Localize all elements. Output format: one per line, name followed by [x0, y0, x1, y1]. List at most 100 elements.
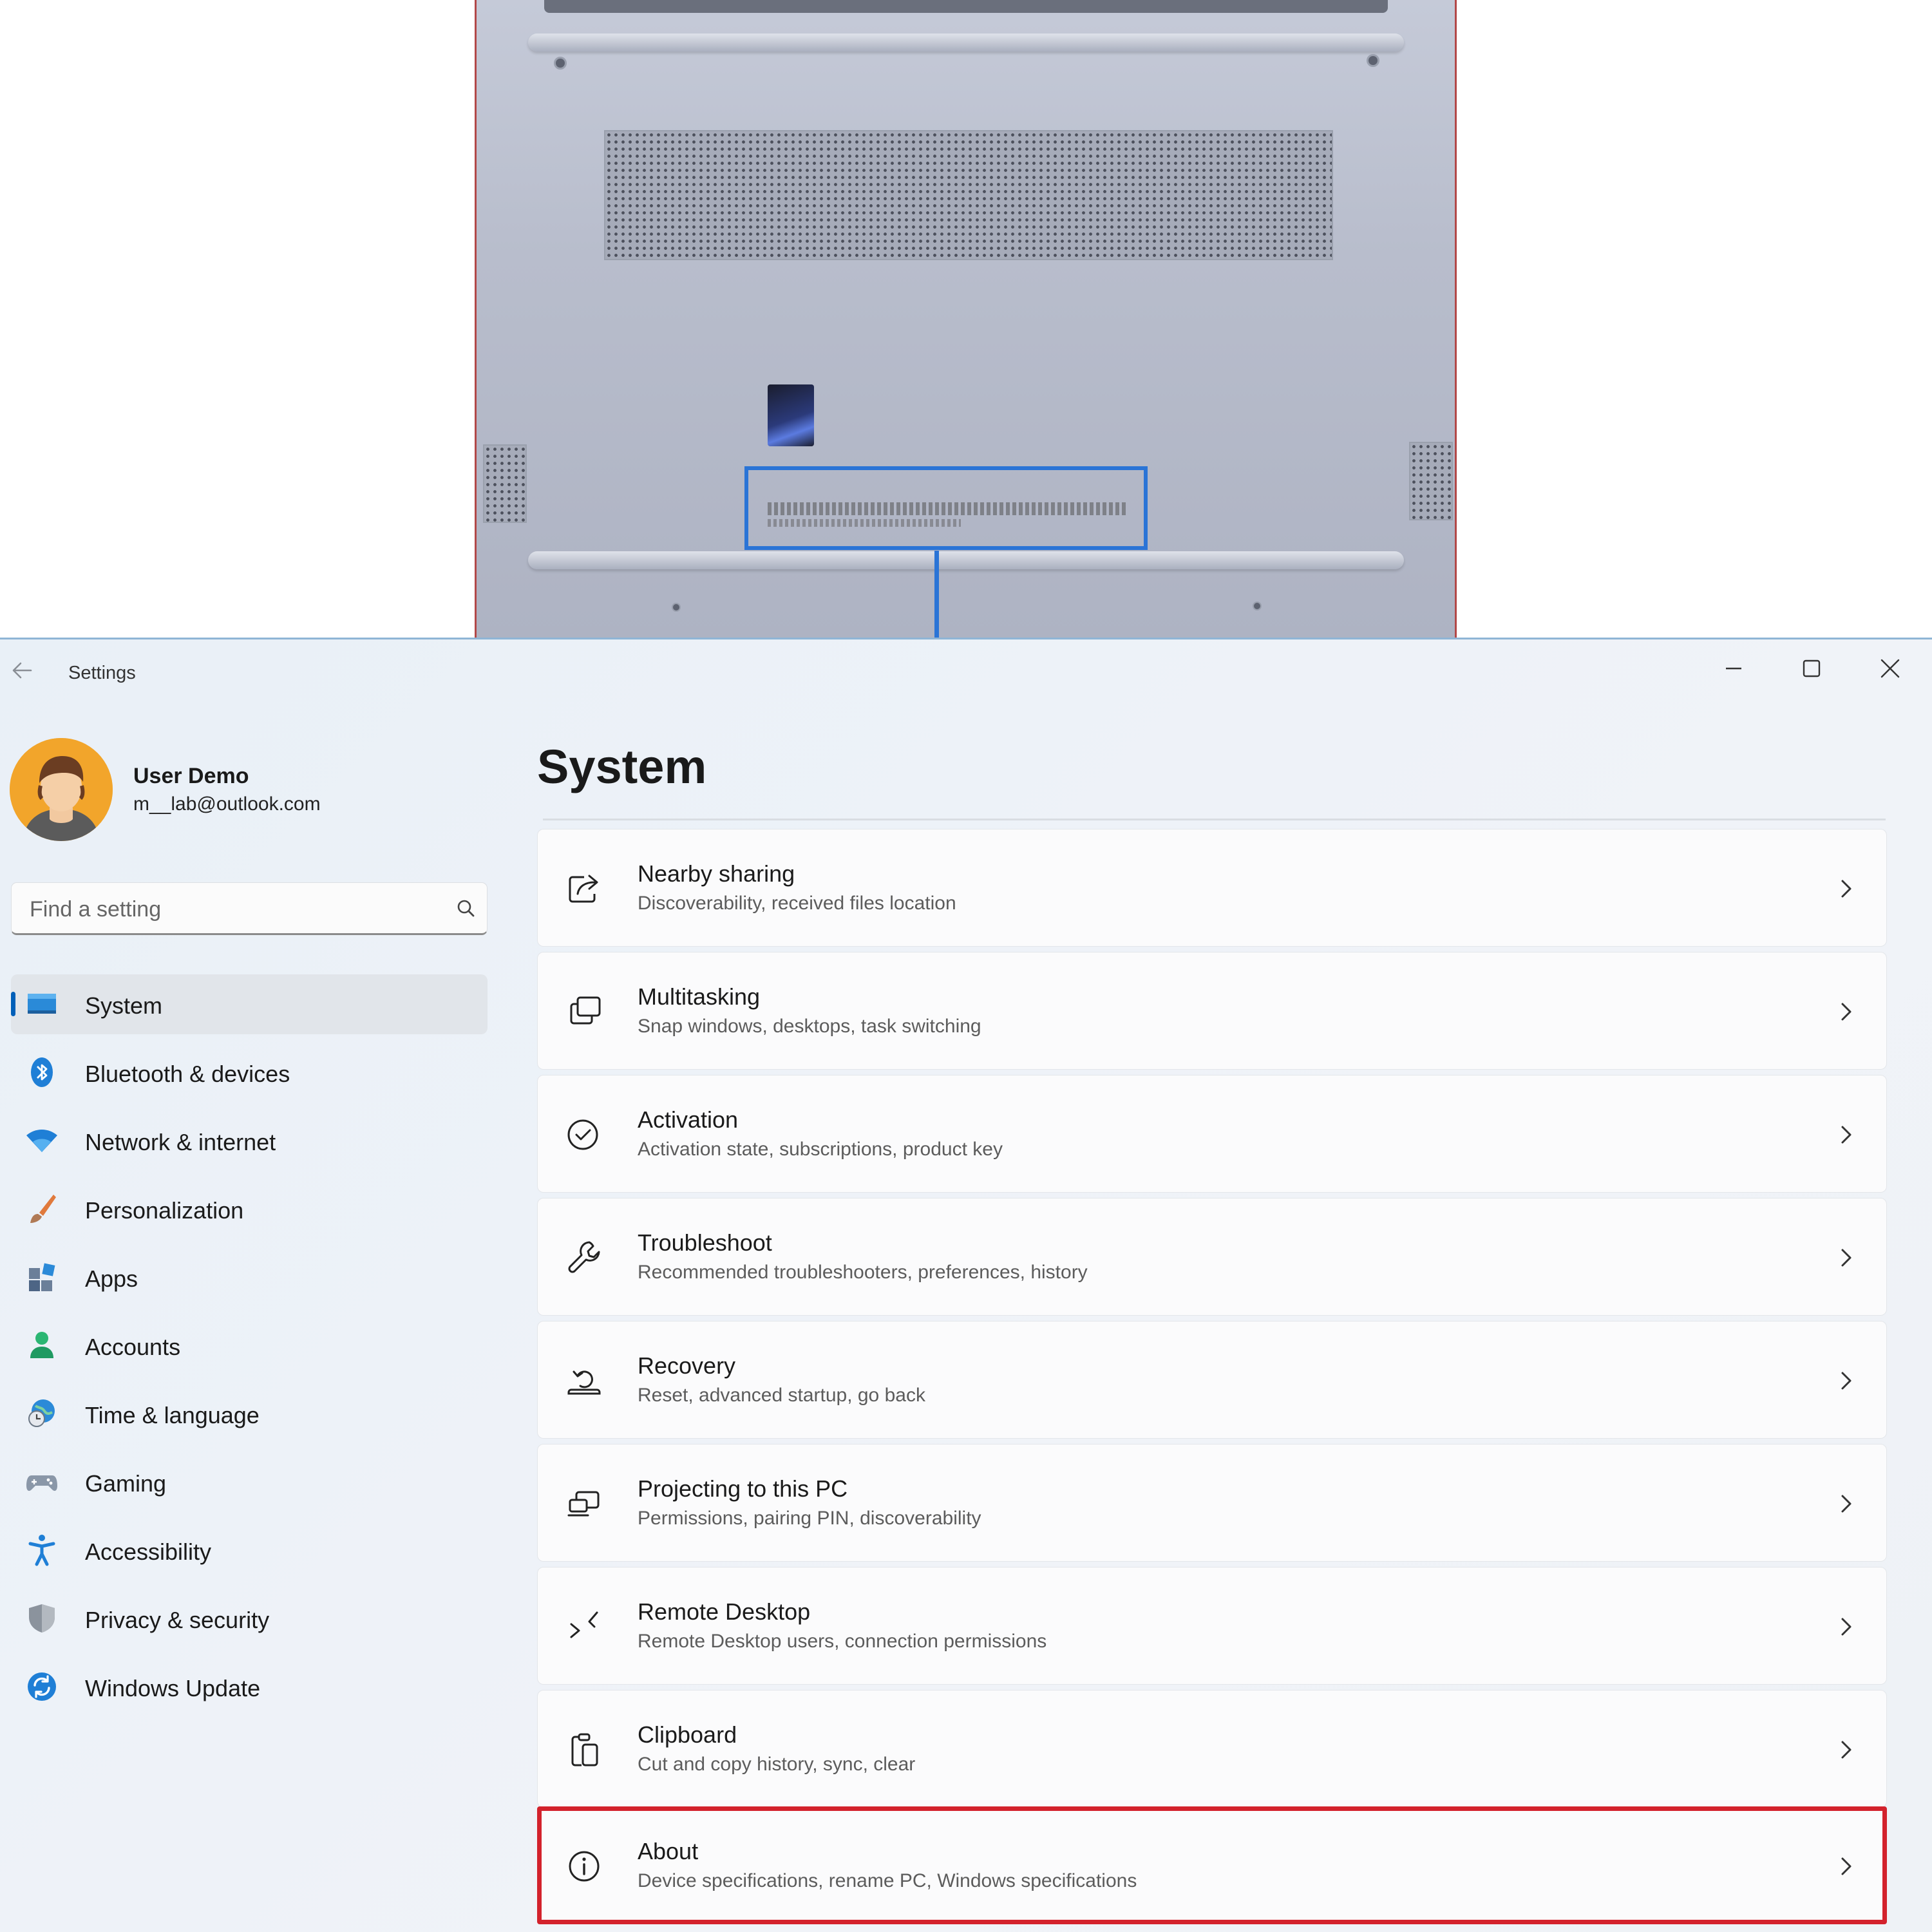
- model-label-text: [768, 519, 961, 527]
- card-title: Nearby sharing: [638, 860, 795, 887]
- update-icon: [25, 1670, 59, 1703]
- search-icon[interactable]: [455, 897, 478, 920]
- multitasking-icon: [564, 991, 605, 1032]
- settings-card-clipboard[interactable]: Clipboard Cut and copy history, sync, cl…: [537, 1690, 1887, 1808]
- close-button[interactable]: [1864, 649, 1916, 688]
- laptop-screw: [1253, 601, 1262, 611]
- monitor-icon: [25, 987, 59, 1021]
- sidebar-item-label: Time & language: [85, 1402, 260, 1428]
- laptop-top-foot-rail: [528, 33, 1404, 52]
- laptop-bottom-photo: [475, 0, 1457, 639]
- search-box[interactable]: [11, 882, 488, 935]
- clipboard-icon: [564, 1729, 605, 1770]
- back-button[interactable]: [9, 658, 40, 683]
- model-label-callout: [744, 466, 1148, 550]
- card-title: About: [638, 1838, 699, 1864]
- remote-desktop-icon: [564, 1606, 605, 1647]
- user-email: m__lab@outlook.com: [133, 793, 321, 815]
- sidebar-item-time-language[interactable]: Time & language: [11, 1384, 488, 1444]
- settings-card-about[interactable]: About Device specifications, rename PC, …: [537, 1806, 1887, 1924]
- sidebar-item-accessibility[interactable]: Accessibility: [11, 1520, 488, 1580]
- card-subtitle: Device specifications, rename PC, Window…: [638, 1870, 1137, 1891]
- settings-card-remote-desktop[interactable]: Remote Desktop Remote Desktop users, con…: [537, 1567, 1887, 1685]
- laptop-screw: [672, 603, 681, 612]
- laptop-speaker-right: [1409, 442, 1453, 520]
- card-subtitle: Reset, advanced startup, go back: [638, 1385, 925, 1406]
- chevron-right-icon: [1833, 1736, 1859, 1764]
- title-bar: Settings: [0, 639, 1932, 691]
- avatar-face-icon: [10, 738, 113, 841]
- sidebar-item-accounts[interactable]: Accounts: [11, 1316, 488, 1376]
- laptop-main-vent: [604, 130, 1333, 260]
- settings-window: Settings User Demo m__lab@outlook.com Fi…: [0, 638, 1932, 1932]
- callout-connector-line: [934, 551, 939, 639]
- search-input[interactable]: [28, 895, 430, 924]
- laptop-hinge: [544, 0, 1388, 13]
- sidebar-item-apps[interactable]: Apps: [11, 1247, 488, 1307]
- model-label-text: [768, 502, 1128, 515]
- user-name: User Demo: [133, 764, 249, 788]
- sidebar-item-label: Accounts: [85, 1334, 181, 1360]
- settings-card-nearby-sharing[interactable]: Nearby sharing Discoverability, received…: [537, 829, 1887, 947]
- avatar[interactable]: [10, 738, 113, 841]
- settings-card-troubleshoot[interactable]: Troubleshoot Recommended troubleshooters…: [537, 1198, 1887, 1316]
- card-title: Multitasking: [638, 983, 761, 1010]
- sidebar-item-network-internet[interactable]: Network & internet: [11, 1111, 488, 1171]
- shield-icon: [25, 1602, 59, 1635]
- sidebar-item-system[interactable]: System: [11, 974, 488, 1034]
- chevron-right-icon: [1833, 1367, 1859, 1395]
- card-title: Recovery: [638, 1352, 736, 1379]
- sidebar-item-windows-update[interactable]: Windows Update: [11, 1657, 488, 1717]
- card-title: Troubleshoot: [638, 1229, 772, 1256]
- card-subtitle: Discoverability, received files location: [638, 893, 956, 914]
- chevron-right-icon: [1833, 998, 1859, 1026]
- chevron-right-icon: [1833, 1852, 1859, 1880]
- selection-indicator: [11, 992, 15, 1016]
- sidebar-item-label: Accessibility: [85, 1539, 212, 1565]
- gamepad-icon: [25, 1465, 59, 1499]
- chevron-right-icon: [1833, 1613, 1859, 1641]
- card-title: Activation: [638, 1106, 739, 1133]
- sidebar-item-label: Network & internet: [85, 1129, 276, 1155]
- settings-card-projecting[interactable]: Projecting to this PC Permissions, pairi…: [537, 1444, 1887, 1562]
- sidebar-item-label: Privacy & security: [85, 1607, 270, 1633]
- minimize-button[interactable]: [1708, 649, 1759, 688]
- card-title: Remote Desktop: [638, 1598, 811, 1625]
- app-title: Settings: [68, 663, 136, 683]
- maximize-button[interactable]: [1786, 649, 1837, 688]
- page-title: System: [537, 740, 707, 793]
- laptop-screw: [554, 57, 567, 70]
- card-subtitle: Snap windows, desktops, task switching: [638, 1016, 981, 1037]
- settings-card-multitasking[interactable]: Multitasking Snap windows, desktops, tas…: [537, 952, 1887, 1070]
- close-icon: [1880, 659, 1900, 678]
- chevron-right-icon: [1833, 1244, 1859, 1272]
- bluetooth-icon: [25, 1056, 59, 1089]
- card-subtitle: Activation state, subscriptions, product…: [638, 1139, 1003, 1160]
- laptop-bottom-foot-rail: [528, 551, 1404, 569]
- recovery-icon: [564, 1360, 605, 1401]
- apps-icon: [25, 1260, 59, 1294]
- wifi-icon: [25, 1124, 59, 1157]
- settings-card-activation[interactable]: Activation Activation state, subscriptio…: [537, 1075, 1887, 1193]
- info-icon: [564, 1846, 605, 1887]
- wrench-icon: [564, 1237, 605, 1278]
- laptop-speaker-left: [483, 444, 527, 523]
- sidebar-item-gaming[interactable]: Gaming: [11, 1452, 488, 1512]
- sidebar-item-privacy-security[interactable]: Privacy & security: [11, 1589, 488, 1649]
- paintbrush-icon: [25, 1192, 59, 1226]
- windows-sticker: [768, 384, 814, 446]
- sidebar-item-bluetooth-devices[interactable]: Bluetooth & devices: [11, 1043, 488, 1103]
- chevron-right-icon: [1833, 875, 1859, 903]
- settings-card-recovery[interactable]: Recovery Reset, advanced startup, go bac…: [537, 1321, 1887, 1439]
- card-subtitle: Recommended troubleshooters, preferences…: [638, 1262, 1088, 1283]
- card-subtitle: Permissions, pairing PIN, discoverabilit…: [638, 1508, 981, 1529]
- card-title: Projecting to this PC: [638, 1475, 848, 1502]
- sidebar-item-personalization[interactable]: Personalization: [11, 1179, 488, 1239]
- sidebar-item-label: Windows Update: [85, 1675, 261, 1701]
- projecting-icon: [564, 1483, 605, 1524]
- share-icon: [564, 868, 605, 909]
- card-subtitle: Cut and copy history, sync, clear: [638, 1754, 916, 1775]
- chevron-right-icon: [1833, 1490, 1859, 1518]
- card-subtitle: Remote Desktop users, connection permiss…: [638, 1631, 1047, 1652]
- laptop-screw: [1367, 54, 1379, 67]
